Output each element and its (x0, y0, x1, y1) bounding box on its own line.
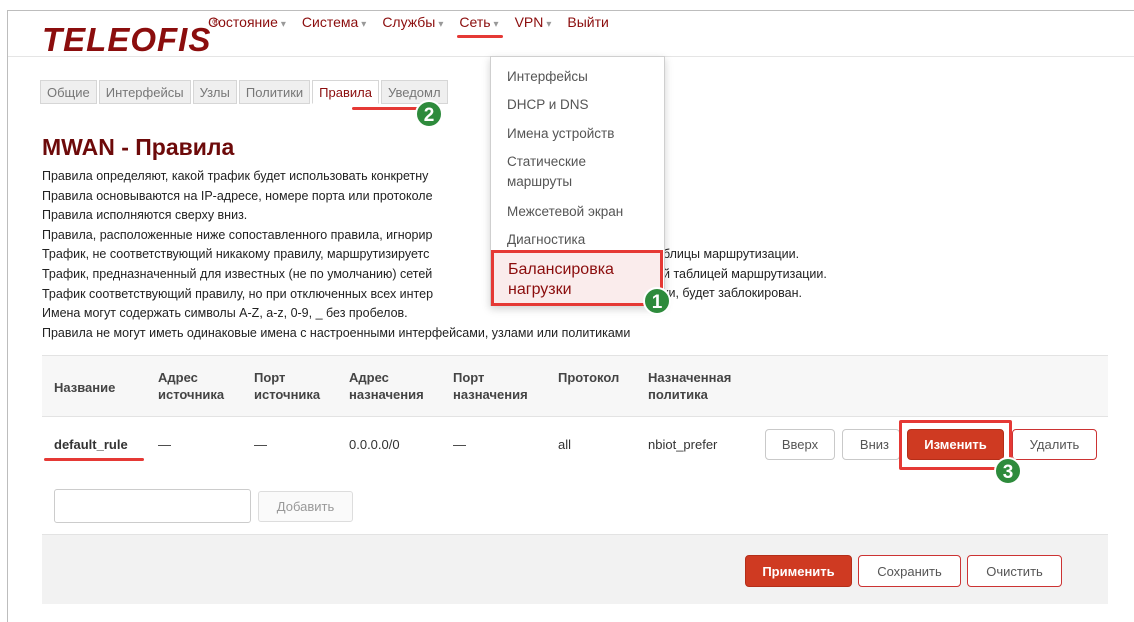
desc-line-tail: й таблицей маршрутизации. (663, 266, 827, 281)
caret-down-icon: ▾ (280, 19, 286, 30)
logo-text: TELEOFIS (42, 21, 212, 58)
col-dst-addr: Адрес назначения (349, 369, 424, 403)
cell-dst-port: — (453, 437, 466, 452)
save-button[interactable]: Сохранить (858, 555, 961, 587)
apply-button[interactable]: Применить (745, 555, 852, 587)
caret-down-icon: ▾ (438, 19, 444, 30)
menu-item-interfaces[interactable]: Интерфейсы (507, 67, 588, 86)
menu-item-load-balancing-highlight[interactable]: Балансировка нагрузки (491, 250, 663, 306)
cell-dst-addr: 0.0.0.0/0 (349, 437, 400, 452)
col-src-addr-l1: Адрес (158, 370, 198, 385)
tab-bar: Общие Интерфейсы Узлы Политики Правила У… (40, 80, 450, 104)
new-rule-name-input[interactable] (54, 489, 251, 523)
caret-down-icon: ▾ (546, 19, 552, 30)
col-src-addr-l2: источника (158, 387, 225, 402)
rule-name-annotation-underline (44, 458, 144, 461)
nav-vpn[interactable]: VPN ▾ (515, 14, 552, 30)
caret-down-icon: ▾ (361, 19, 367, 30)
tab-nodes[interactable]: Узлы (192, 80, 237, 104)
tab-policies[interactable]: Политики (238, 80, 311, 104)
desc-line-tail: ки, будет заблокирован. (663, 286, 802, 301)
tab-rules-annotation-underline (352, 107, 422, 110)
desc-line-tail: блицы маршрутизации. (663, 247, 800, 261)
col-src-addr: Адрес источника (158, 369, 224, 403)
step-badge-2: 2 (415, 100, 443, 128)
tab-rules[interactable]: Правила (312, 80, 379, 104)
step-badge-3: 3 (994, 457, 1022, 485)
col-src-port-l1: Порт (254, 370, 286, 385)
edit-button[interactable]: Изменить (907, 429, 1004, 460)
cell-src-addr: — (158, 437, 171, 452)
col-protocol-label: Протокол (558, 370, 620, 385)
cell-src-port: — (254, 437, 267, 452)
cell-protocol: all (558, 437, 572, 452)
brand-logo[interactable]: TELEOFIS® (42, 17, 220, 58)
menu-item-firewall[interactable]: Межсетевой экран (507, 202, 623, 221)
nav-system[interactable]: Система ▾ (302, 14, 366, 30)
nav-network[interactable]: Сеть ▾ (457, 14, 503, 38)
caret-down-icon: ▾ (493, 19, 499, 30)
move-down-button[interactable]: Вниз (842, 429, 900, 460)
col-dst-addr-l2: назначения (349, 387, 424, 402)
table-header: Название Адрес источника Порт источника Ад… (42, 355, 1108, 417)
menu-item-diagnostics[interactable]: Диагностика (507, 230, 585, 249)
desc-line: Правила не могут иметь одинаковые имена … (42, 325, 631, 340)
nav-logout-label: Выйти (567, 14, 609, 30)
cell-rule-name: default_rule (54, 437, 128, 452)
nav-vpn-label: VPN (514, 14, 544, 30)
add-rule-button[interactable]: Добавить (258, 491, 353, 522)
nav-system-label: Система (301, 14, 359, 30)
menu-item-static-routes-line2[interactable]: маршруты (507, 172, 572, 191)
col-src-port: Порт источника (254, 369, 320, 403)
col-protocol: Протокол (558, 369, 619, 386)
col-policy-l1: Назначенная (648, 370, 732, 385)
col-dst-port: Порт назначения (453, 369, 528, 403)
delete-button[interactable]: Удалить (1012, 429, 1097, 460)
nav-status[interactable]: Состояние ▾ (208, 14, 286, 30)
col-name: Название (54, 379, 115, 396)
col-policy: Назначенная политика (648, 369, 731, 403)
cell-policy: nbiot_prefer (648, 437, 718, 452)
nav-logout[interactable]: Выйти (567, 14, 608, 30)
step-badge-1: 1 (643, 287, 671, 315)
menu-item-dhcp-dns[interactable]: DHCP и DNS (507, 95, 589, 114)
tab-general[interactable]: Общие (40, 80, 97, 104)
col-dst-port-l1: Порт (453, 370, 485, 385)
col-dst-addr-l1: Адрес (349, 370, 389, 385)
nav-status-label: Состояние (208, 14, 278, 30)
menu-item-load-balancing[interactable]: Балансировка (508, 260, 614, 279)
menu-item-static-routes[interactable]: Статические (507, 152, 586, 171)
col-name-label: Название (54, 380, 116, 395)
nav-services-label: Службы (382, 14, 436, 30)
clear-button[interactable]: Очистить (967, 555, 1062, 587)
menu-item-load-balancing-line2[interactable]: нагрузки (508, 280, 572, 299)
col-policy-l2: политика (648, 387, 708, 402)
tab-notifications[interactable]: Уведомл (380, 80, 448, 104)
tab-interfaces[interactable]: Интерфейсы (98, 80, 191, 104)
main-menu: Состояние ▾ Система ▾ Службы ▾ Сеть ▾ VPN ▾ В… (208, 14, 625, 38)
col-dst-port-l2: назначения (453, 387, 528, 402)
move-up-button[interactable]: Вверх (765, 429, 835, 460)
page-title: MWAN - Правила (42, 134, 235, 160)
nav-network-label: Сеть (459, 14, 491, 30)
desc-line: Имена могут содержать символы A-Z, a-z, … (42, 306, 408, 321)
col-src-port-l2: источника (254, 387, 321, 402)
desc-right-fragments: блицы маршрутизации. й таблицей маршрути… (663, 245, 827, 304)
nav-services[interactable]: Службы ▾ (382, 14, 443, 30)
menu-item-hostnames[interactable]: Имена устройств (507, 124, 614, 143)
